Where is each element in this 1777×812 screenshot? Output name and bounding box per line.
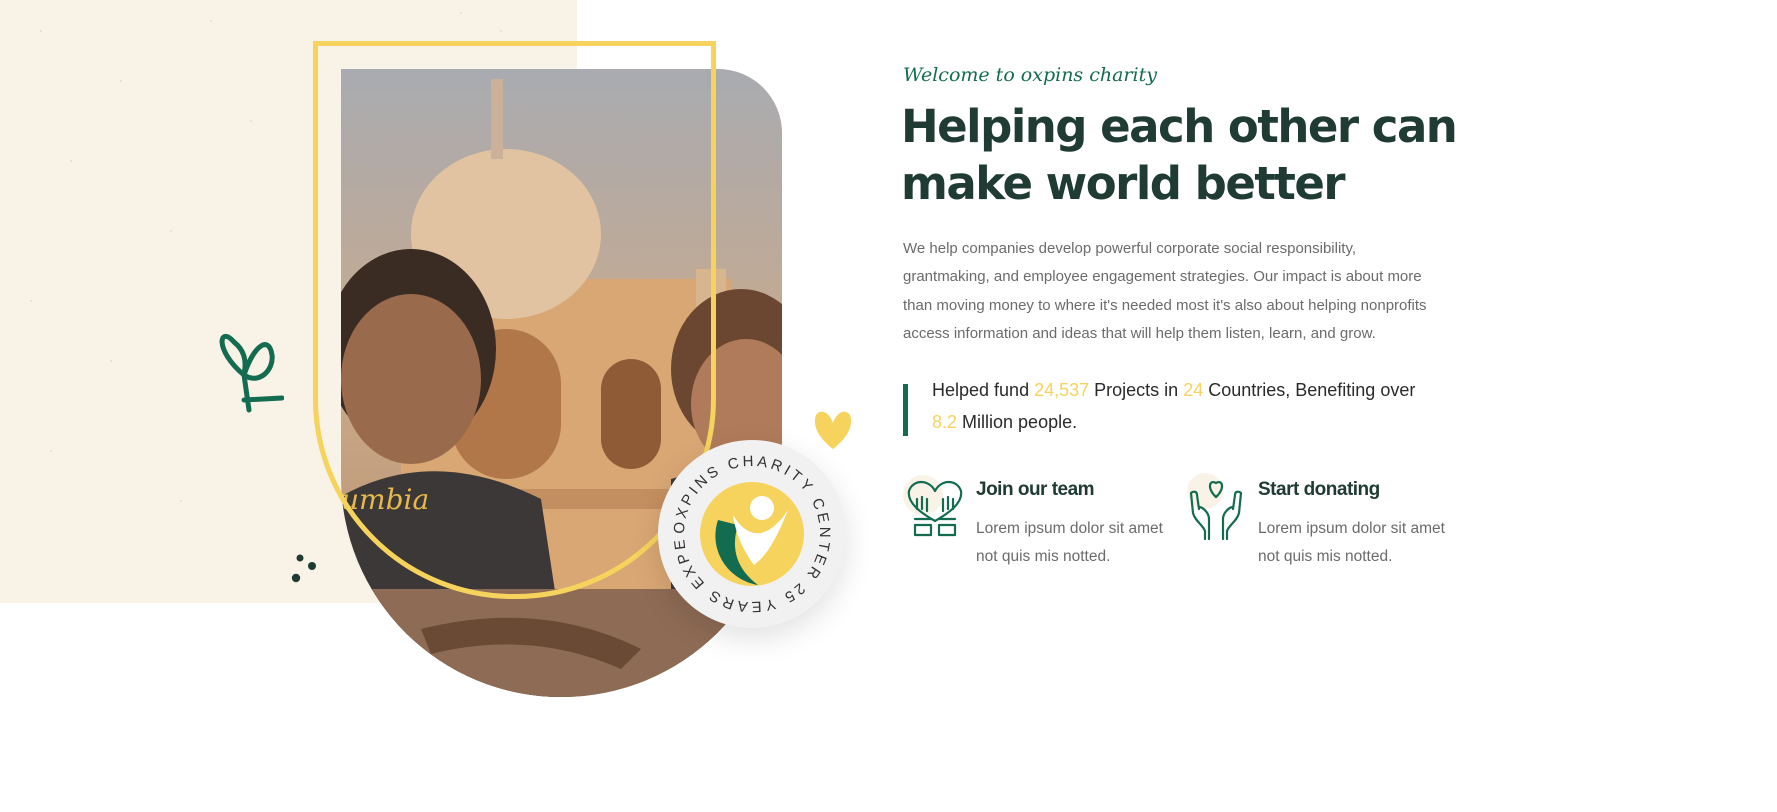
people-count: 8.2 <box>932 412 958 432</box>
stats-people-text: Million people. <box>957 412 1078 432</box>
stats-prefix: Helped fund <box>932 380 1035 400</box>
stats-block: Helped fund 24,537 Projects in 24 Countr… <box>903 380 1423 436</box>
dots-decoration-icon <box>291 554 316 583</box>
feature-text: Lorem ipsum dolor sit amet not quis mis … <box>976 520 1163 565</box>
countries-count: 24 <box>1183 380 1204 400</box>
stats-projects-text: Projects in <box>1089 380 1184 400</box>
page-title: Helping each other can make world better <box>901 100 1458 210</box>
heart-doodle-icon <box>219 334 284 413</box>
feature-title: Start donating <box>1258 479 1380 500</box>
heart-hands-icon <box>1187 473 1243 541</box>
yellow-outline-frame <box>313 41 716 599</box>
feature-start-donating[interactable]: Start donating Lorem ipsum dolor sit ame… <box>1185 473 1445 573</box>
description-text: We help companies develop powerful corpo… <box>903 240 1427 342</box>
raised-hands-icon <box>903 475 963 537</box>
stats-text: Helped fund 24,537 Projects in 24 Countr… <box>932 374 1432 438</box>
feature-text: Lorem ipsum dolor sit amet not quis mis … <box>1258 520 1445 565</box>
experience-badge: OXPINS CHARITY CENTER 25 YEARS EXPERIENC… <box>658 440 846 628</box>
projects-count: 24,537 <box>1034 380 1090 400</box>
tagline: Welcome to oxpins charity <box>903 64 1157 86</box>
feature-title: Join our team <box>976 479 1095 500</box>
badge-graphic: OXPINS CHARITY CENTER 25 YEARS EXPERIENC… <box>658 440 830 615</box>
stats-countries-text: Countries, Benefiting over <box>1203 380 1416 400</box>
feature-join-team[interactable]: Join our team Lorem ipsum dolor sit amet… <box>903 473 1163 573</box>
